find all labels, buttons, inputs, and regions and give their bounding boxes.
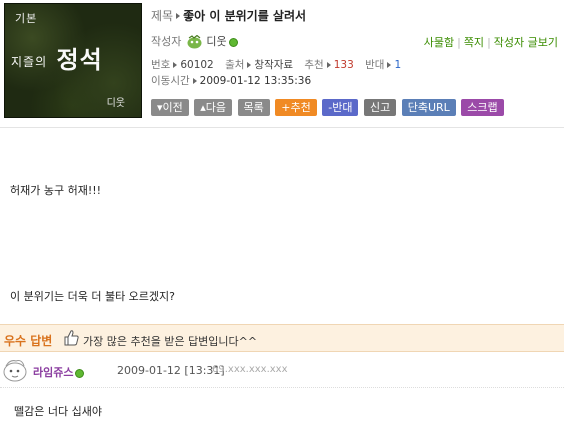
locker-link[interactable]: 사물함 xyxy=(424,36,454,49)
scrap-button[interactable]: 스크랩 xyxy=(461,99,504,116)
prev-button[interactable]: ▾이전 xyxy=(151,99,189,116)
author-label: 작성자 xyxy=(151,35,182,48)
post-header: 기본 지즐의 정석 디웃 제목 좋아 이 분위기를 살려서 작성자 디웃 사물함 |… xyxy=(0,0,564,128)
moved-time-label: 이동시간 xyxy=(151,75,190,87)
oppose-count: 1 xyxy=(394,59,402,71)
report-button[interactable]: 신고 xyxy=(363,99,397,116)
post-author-row: 작성자 디웃 xyxy=(151,33,238,49)
moved-time: 2009-01-12 13:35:36 xyxy=(199,75,312,87)
title-label: 제목 xyxy=(151,9,174,23)
online-status-icon xyxy=(228,37,238,47)
triangle-icon xyxy=(326,61,331,68)
reply-ip: 69.xxx.xxx.xxx xyxy=(212,364,288,375)
message-link[interactable]: 쪽지 xyxy=(464,36,484,49)
thumbnail-big-text: 지즐의 정석 xyxy=(11,45,103,74)
triangle-icon xyxy=(176,13,181,19)
triangle-icon xyxy=(173,61,178,68)
triangle-icon xyxy=(192,77,197,84)
best-answer-message: 가장 많은 추천을 받은 답변입니다^^ xyxy=(83,335,258,348)
short-url-button[interactable]: 단축URL xyxy=(401,99,456,116)
number-label: 번호 xyxy=(151,59,171,71)
reply-text: 뗄감은 너다 십새야 xyxy=(14,405,102,418)
reply-header: 라임쥬스 2009-01-12 [13:31] 69.xxx.xxx.xxx xyxy=(0,352,564,388)
author-links: 사물함 | 쪽지 | 작성자 글보기 xyxy=(423,36,558,49)
online-status-icon xyxy=(75,368,85,378)
post-thumbnail-image: 기본 지즐의 정석 디웃 xyxy=(4,3,142,118)
post-title-row: 제목 좋아 이 분위기를 살려서 xyxy=(151,7,306,24)
reply-avatar-icon xyxy=(3,360,27,382)
author-avatar-icon xyxy=(187,35,202,49)
post-body-line-1: 허재가 농구 허재!!! xyxy=(10,184,102,197)
post-meta-row: 번호 60102 출처 창작자료 추천 133 반대 1 xyxy=(151,57,401,72)
oppose-button[interactable]: -반대 xyxy=(322,99,359,116)
source-label: 출처 xyxy=(225,59,245,71)
best-answer-title: 우수 답변 xyxy=(4,334,53,348)
post-body-line-2: 이 분위기는 더욱 더 불타 오르겠지? xyxy=(10,290,176,303)
list-button[interactable]: 목록 xyxy=(237,99,270,116)
thumbnail-sub-text: 디웃 xyxy=(106,98,125,109)
post-moved-row: 이동시간 2009-01-12 13:35:36 xyxy=(151,73,311,88)
recommend-count: 133 xyxy=(333,59,354,71)
post-action-buttons: ▾이전 ▴다음 목록 +추천 -반대 신고 단축URL 스크랩 xyxy=(151,99,506,117)
recommend-button[interactable]: +추천 xyxy=(275,99,317,116)
reply-date: 2009-01-12 [13:31] xyxy=(117,364,225,377)
next-button[interactable]: ▴다음 xyxy=(194,99,233,116)
recommend-label: 추천 xyxy=(304,59,324,71)
author-name[interactable]: 디웃 xyxy=(206,35,226,48)
best-answer-bar: 우수 답변 가장 많은 추천을 받은 답변입니다^^ xyxy=(0,324,564,352)
triangle-icon xyxy=(247,61,252,68)
oppose-label: 반대 xyxy=(365,59,385,71)
thumbs-up-icon xyxy=(64,330,79,346)
thumbnail-small-text: 기본 xyxy=(15,12,38,25)
post-title: 좋아 이 분위기를 살려서 xyxy=(183,9,307,23)
post-source[interactable]: 창작자료 xyxy=(254,59,293,71)
reply-nickname[interactable]: 라임쥬스 xyxy=(33,364,85,380)
post-number: 60102 xyxy=(180,59,214,71)
triangle-icon xyxy=(387,61,392,68)
author-posts-link[interactable]: 작성자 글보기 xyxy=(494,36,558,49)
